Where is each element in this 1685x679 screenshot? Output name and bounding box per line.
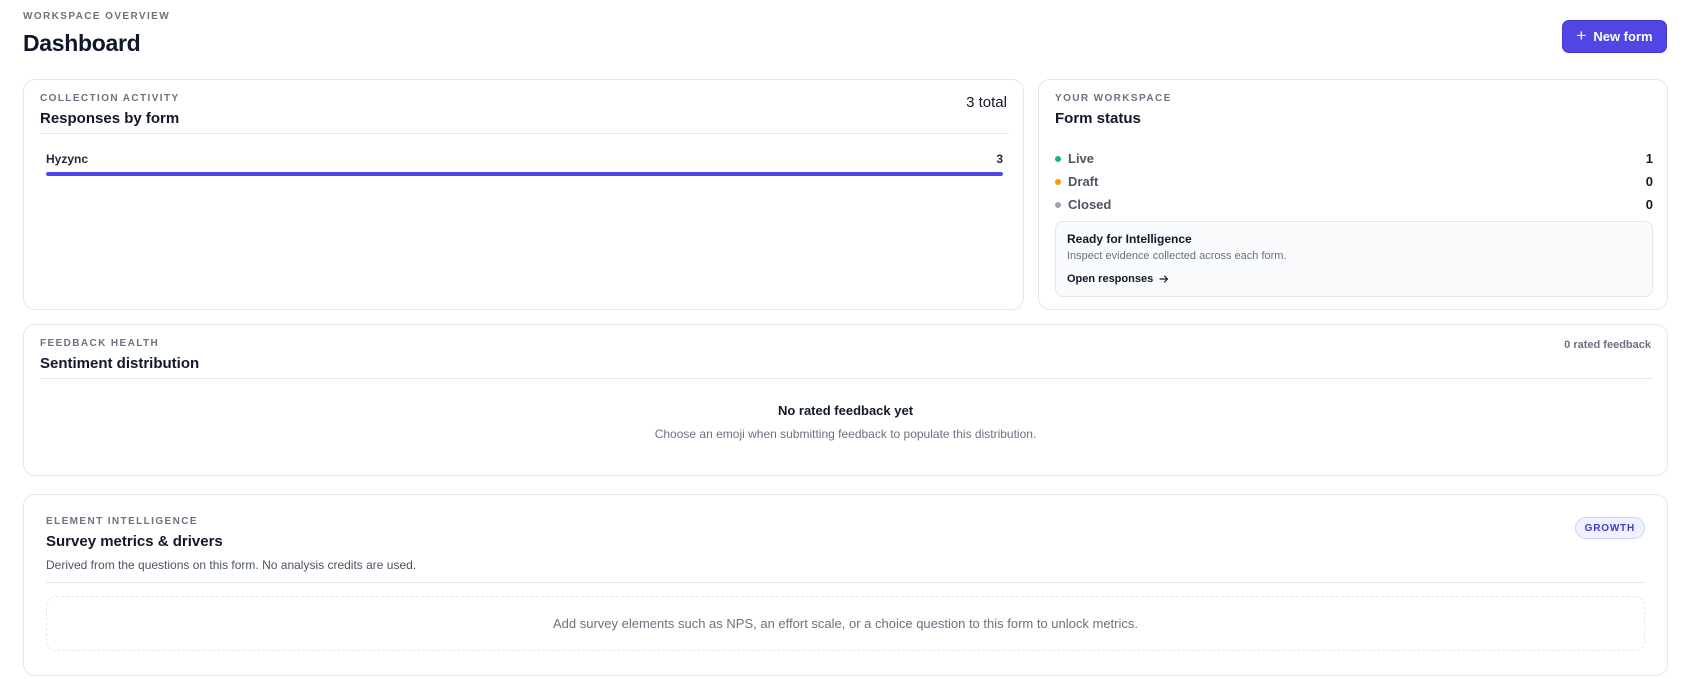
metrics-empty-state: Add survey elements such as NPS, an effo… (46, 596, 1645, 651)
responses-divider (40, 133, 1009, 134)
metrics-title: Survey metrics & drivers (46, 533, 223, 550)
intelligence-title: Ready for Intelligence (1067, 232, 1192, 246)
responses-eyebrow: COLLECTION ACTIVITY (40, 93, 180, 104)
status-card-header: YOUR WORKSPACE Form status (1055, 93, 1172, 127)
sentiment-divider (40, 378, 1653, 379)
open-responses-label: Open responses (1067, 273, 1154, 285)
sentiment-empty-desc: Choose an emoji when submitting feedback… (654, 427, 1037, 441)
status-value-closed: 0 (1645, 197, 1653, 212)
arrow-right-icon (1159, 275, 1169, 283)
responses-card-header: COLLECTION ACTIVITY Responses by form (40, 93, 180, 127)
page-eyebrow: WORKSPACE OVERVIEW (23, 11, 171, 22)
sentiment-title: Sentiment distribution (40, 355, 200, 372)
form-bar-fill (46, 172, 1003, 176)
form-name: Hyzync (46, 152, 89, 166)
metrics-desc: Derived from the questions on this form.… (46, 558, 417, 572)
form-bar-row[interactable]: Hyzync 3 (46, 152, 1003, 176)
form-bar-track (46, 172, 1003, 176)
page-title: Dashboard (23, 30, 141, 56)
status-value-live: 1 (1645, 151, 1653, 166)
intelligence-desc: Inspect evidence collected across each f… (1067, 250, 1287, 262)
intelligence-panel: Ready for Intelligence Inspect evidence … (1055, 221, 1653, 297)
rated-feedback-count: 0 rated feedback (1564, 339, 1651, 351)
form-count: 3 (996, 152, 1003, 166)
new-form-label: New form (1593, 29, 1653, 44)
status-row-live: Live 1 (1055, 147, 1653, 170)
draft-dot-icon (1055, 178, 1061, 185)
status-label-draft: Draft (1068, 174, 1099, 189)
metrics-divider (46, 582, 1645, 583)
responses-card: COLLECTION ACTIVITY Responses by form 3 … (23, 79, 1024, 310)
status-value-draft: 0 (1645, 174, 1653, 189)
sentiment-eyebrow: FEEDBACK HEALTH (40, 338, 160, 349)
form-status-card: YOUR WORKSPACE Form status Live 1 Draft … (1038, 79, 1668, 310)
status-title: Form status (1055, 110, 1141, 127)
sentiment-card-header: FEEDBACK HEALTH Sentiment distribution (40, 338, 199, 372)
open-responses-link[interactable]: Open responses (1067, 273, 1169, 285)
status-label-closed: Closed (1068, 197, 1112, 212)
growth-badge: GROWTH (1574, 517, 1645, 539)
live-dot-icon (1055, 155, 1061, 162)
metrics-eyebrow: ELEMENT INTELLIGENCE (46, 516, 198, 527)
status-label-live: Live (1068, 151, 1095, 166)
survey-metrics-card: ELEMENT INTELLIGENCE Survey metrics & dr… (23, 494, 1668, 676)
status-eyebrow: YOUR WORKSPACE (1055, 93, 1172, 104)
new-form-button[interactable]: + New form (1562, 20, 1667, 53)
sentiment-card: FEEDBACK HEALTH Sentiment distribution 0… (23, 324, 1668, 476)
closed-dot-icon (1055, 201, 1061, 208)
responses-title: Responses by form (40, 110, 180, 127)
status-row-closed: Closed 0 (1055, 193, 1653, 216)
responses-total: 3 total (966, 94, 1007, 111)
status-row-draft: Draft 0 (1055, 170, 1653, 193)
plus-icon: + (1576, 26, 1587, 45)
status-list: Live 1 Draft 0 Closed 0 (1055, 147, 1653, 216)
metrics-card-header: ELEMENT INTELLIGENCE Survey metrics & dr… (46, 516, 416, 572)
sentiment-empty-title: No rated feedback yet (777, 403, 914, 418)
